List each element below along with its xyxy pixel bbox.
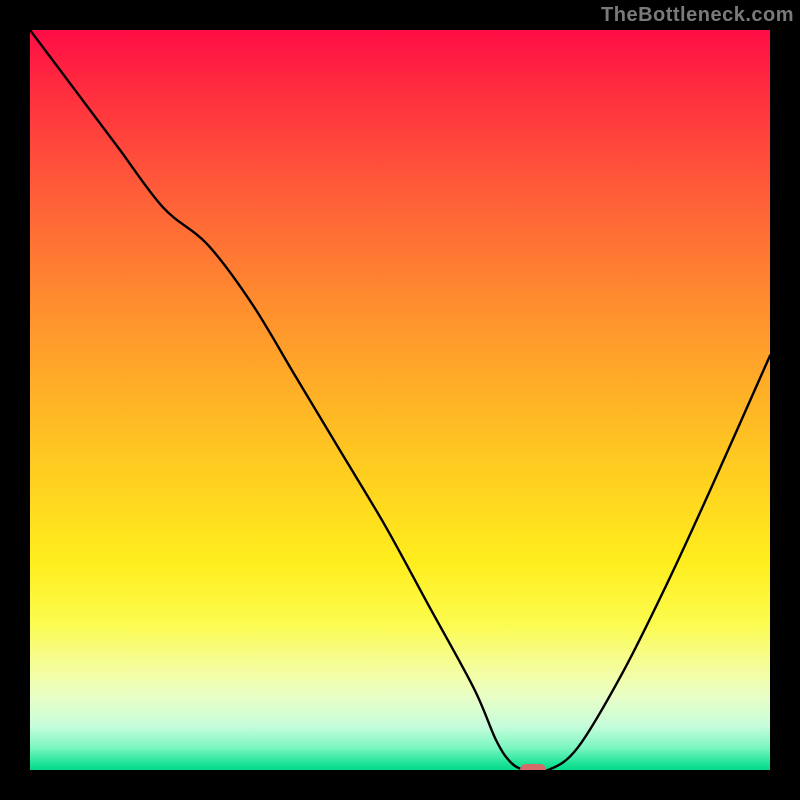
- chart-frame: TheBottleneck.com: [0, 0, 800, 800]
- target-marker: [520, 764, 546, 770]
- watermark-text: TheBottleneck.com: [601, 4, 794, 27]
- plot-area: [30, 30, 770, 770]
- background-gradient: [30, 30, 770, 770]
